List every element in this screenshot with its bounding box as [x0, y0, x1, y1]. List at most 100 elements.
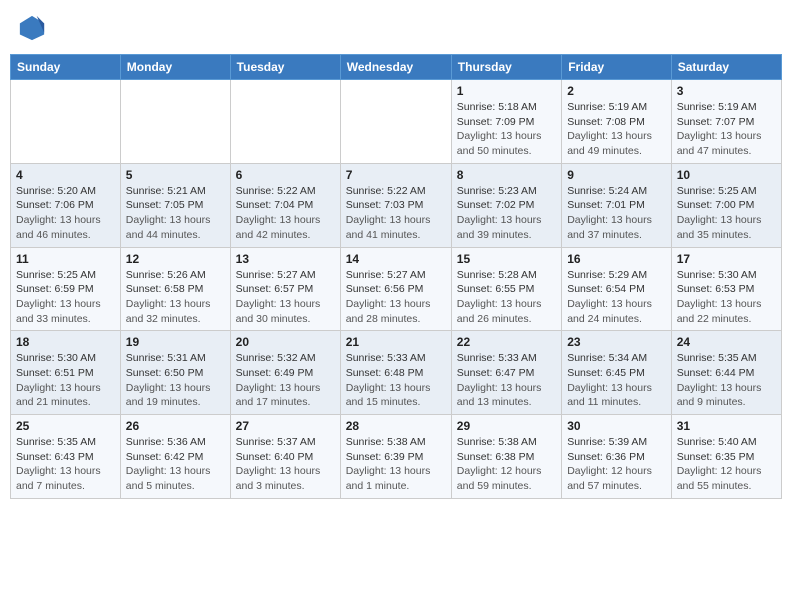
day-number: 19	[126, 335, 225, 349]
calendar-cell: 5 Sunrise: 5:21 AMSunset: 7:05 PMDaylight…	[120, 163, 230, 247]
calendar-cell: 19Sunrise: 5:31 AMSunset: 6:50 PMDayligh…	[120, 331, 230, 415]
day-info: Sunrise: 5:40 AMSunset: 6:35 PMDaylight:…	[677, 435, 776, 494]
daylight-label: Daylight: 13 hours and 32 minutes.	[126, 298, 211, 325]
day-info: Sunrise: 5:21 AMSunset: 7:05 PMDaylight:…	[126, 184, 225, 243]
calendar-cell: 29Sunrise: 5:38 AMSunset: 6:38 PMDayligh…	[451, 415, 561, 499]
day-number: 7	[346, 168, 446, 182]
day-info: Sunrise: 5:24 AMSunset: 7:01 PMDaylight:…	[567, 184, 666, 243]
day-number: 10	[677, 168, 776, 182]
daylight-label: Daylight: 13 hours and 33 minutes.	[16, 298, 101, 325]
calendar-table: SundayMondayTuesdayWednesdayThursdayFrid…	[10, 54, 782, 499]
calendar-cell: 6Sunrise: 5:22 AMSunset: 7:04 PMDaylight…	[230, 163, 340, 247]
daylight-label: Daylight: 13 hours and 41 minutes.	[346, 214, 431, 241]
day-info: Sunrise: 5:33 AMSunset: 6:48 PMDaylight:…	[346, 351, 446, 410]
day-info: Sunrise: 5:34 AMSunset: 6:45 PMDaylight:…	[567, 351, 666, 410]
calendar-cell: 7 Sunrise: 5:22 AMSunset: 7:03 PMDaylight…	[340, 163, 451, 247]
daylight-label: Daylight: 13 hours and 21 minutes.	[16, 382, 101, 409]
day-info: Sunrise: 5:38 AMSunset: 6:39 PMDaylight:…	[346, 435, 446, 494]
calendar-cell: 15 Sunrise: 5:28 AMSunset: 6:55 PMDayligh…	[451, 247, 561, 331]
day-info: Sunrise: 5:35 AMSunset: 6:43 PMDaylight:…	[16, 435, 115, 494]
day-number: 15	[457, 252, 556, 266]
day-info: Sunrise: 5:26 AMSunset: 6:58 PMDaylight:…	[126, 268, 225, 327]
day-info: Sunrise: 5:30 AMSunset: 6:51 PMDaylight:…	[16, 351, 115, 410]
day-number: 12	[126, 252, 225, 266]
day-number: 20	[236, 335, 335, 349]
day-info: Sunrise: 5:28 AMSunset: 6:55 PMDaylight:…	[457, 268, 556, 327]
calendar-cell: 22Sunrise: 5:33 AMSunset: 6:47 PMDayligh…	[451, 331, 561, 415]
day-info: Sunrise: 5:19 AMSunset: 7:07 PMDaylight:…	[677, 100, 776, 159]
daylight-label: Daylight: 13 hours and 28 minutes.	[346, 298, 431, 325]
calendar-cell: 16Sunrise: 5:29 AMSunset: 6:54 PMDayligh…	[562, 247, 672, 331]
day-info: Sunrise: 5:22 AMSunset: 7:04 PMDaylight:…	[236, 184, 335, 243]
day-info: Sunrise: 5:37 AMSunset: 6:40 PMDaylight:…	[236, 435, 335, 494]
daylight-label: Daylight: 13 hours and 30 minutes.	[236, 298, 321, 325]
daylight-label: Daylight: 13 hours and 13 minutes.	[457, 382, 542, 409]
day-info: Sunrise: 5:20 AMSunset: 7:06 PMDaylight:…	[16, 184, 115, 243]
daylight-label: Daylight: 13 hours and 15 minutes.	[346, 382, 431, 409]
weekday-header-thursday: Thursday	[451, 55, 561, 80]
day-number: 18	[16, 335, 115, 349]
calendar-cell: 9Sunrise: 5:24 AMSunset: 7:01 PMDaylight…	[562, 163, 672, 247]
day-number: 31	[677, 419, 776, 433]
day-number: 3	[677, 84, 776, 98]
daylight-label: Daylight: 13 hours and 39 minutes.	[457, 214, 542, 241]
day-info: Sunrise: 5:27 AMSunset: 6:57 PMDaylight:…	[236, 268, 335, 327]
calendar-week-5: 25Sunrise: 5:35 AMSunset: 6:43 PMDayligh…	[11, 415, 782, 499]
calendar-cell: 26Sunrise: 5:36 AMSunset: 6:42 PMDayligh…	[120, 415, 230, 499]
day-info: Sunrise: 5:19 AMSunset: 7:08 PMDaylight:…	[567, 100, 666, 159]
calendar-week-2: 4 Sunrise: 5:20 AMSunset: 7:06 PMDaylight…	[11, 163, 782, 247]
day-number: 23	[567, 335, 666, 349]
daylight-label: Daylight: 13 hours and 47 minutes.	[677, 130, 762, 157]
calendar-cell: 8Sunrise: 5:23 AMSunset: 7:02 PMDaylight…	[451, 163, 561, 247]
daylight-label: Daylight: 13 hours and 19 minutes.	[126, 382, 211, 409]
day-number: 22	[457, 335, 556, 349]
day-number: 24	[677, 335, 776, 349]
day-info: Sunrise: 5:36 AMSunset: 6:42 PMDaylight:…	[126, 435, 225, 494]
daylight-label: Daylight: 13 hours and 49 minutes.	[567, 130, 652, 157]
day-info: Sunrise: 5:35 AMSunset: 6:44 PMDaylight:…	[677, 351, 776, 410]
daylight-label: Daylight: 13 hours and 1 minute.	[346, 465, 431, 492]
day-number: 4	[16, 168, 115, 182]
daylight-label: Daylight: 13 hours and 9 minutes.	[677, 382, 762, 409]
day-number: 16	[567, 252, 666, 266]
day-number: 17	[677, 252, 776, 266]
calendar-week-4: 18 Sunrise: 5:30 AMSunset: 6:51 PMDayligh…	[11, 331, 782, 415]
daylight-label: Daylight: 13 hours and 3 minutes.	[236, 465, 321, 492]
calendar-cell: 1Sunrise: 5:18 AMSunset: 7:09 PMDaylight…	[451, 80, 561, 164]
day-number: 13	[236, 252, 335, 266]
calendar-cell: 21Sunrise: 5:33 AMSunset: 6:48 PMDayligh…	[340, 331, 451, 415]
day-info: Sunrise: 5:27 AMSunset: 6:56 PMDaylight:…	[346, 268, 446, 327]
daylight-label: Daylight: 12 hours and 55 minutes.	[677, 465, 762, 492]
calendar-cell	[11, 80, 121, 164]
calendar-cell	[340, 80, 451, 164]
day-info: Sunrise: 5:32 AMSunset: 6:49 PMDaylight:…	[236, 351, 335, 410]
daylight-label: Daylight: 13 hours and 26 minutes.	[457, 298, 542, 325]
daylight-label: Daylight: 13 hours and 24 minutes.	[567, 298, 652, 325]
daylight-label: Daylight: 13 hours and 17 minutes.	[236, 382, 321, 409]
calendar-cell: 24 Sunrise: 5:35 AMSunset: 6:44 PMDayligh…	[671, 331, 781, 415]
calendar-cell	[230, 80, 340, 164]
calendar-cell: 30Sunrise: 5:39 AMSunset: 6:36 PMDayligh…	[562, 415, 672, 499]
weekday-header-saturday: Saturday	[671, 55, 781, 80]
weekday-header-sunday: Sunday	[11, 55, 121, 80]
daylight-label: Daylight: 13 hours and 35 minutes.	[677, 214, 762, 241]
day-number: 5	[126, 168, 225, 182]
daylight-label: Daylight: 13 hours and 46 minutes.	[16, 214, 101, 241]
weekday-header-friday: Friday	[562, 55, 672, 80]
day-info: Sunrise: 5:22 AMSunset: 7:03 PMDaylight:…	[346, 184, 446, 243]
calendar-cell: 18 Sunrise: 5:30 AMSunset: 6:51 PMDayligh…	[11, 331, 121, 415]
daylight-label: Daylight: 12 hours and 57 minutes.	[567, 465, 652, 492]
calendar-cell	[120, 80, 230, 164]
daylight-label: Daylight: 13 hours and 37 minutes.	[567, 214, 652, 241]
weekday-header-wednesday: Wednesday	[340, 55, 451, 80]
logo	[18, 14, 50, 42]
daylight-label: Daylight: 13 hours and 22 minutes.	[677, 298, 762, 325]
calendar-cell: 31 Sunrise: 5:40 AMSunset: 6:35 PMDayligh…	[671, 415, 781, 499]
calendar-cell: 12 Sunrise: 5:26 AMSunset: 6:58 PMDayligh…	[120, 247, 230, 331]
day-info: Sunrise: 5:25 AMSunset: 6:59 PMDaylight:…	[16, 268, 115, 327]
calendar-body: 1Sunrise: 5:18 AMSunset: 7:09 PMDaylight…	[11, 80, 782, 499]
day-info: Sunrise: 5:38 AMSunset: 6:38 PMDaylight:…	[457, 435, 556, 494]
calendar-cell: 2Sunrise: 5:19 AMSunset: 7:08 PMDaylight…	[562, 80, 672, 164]
daylight-label: Daylight: 12 hours and 59 minutes.	[457, 465, 542, 492]
calendar-week-3: 11Sunrise: 5:25 AMSunset: 6:59 PMDayligh…	[11, 247, 782, 331]
